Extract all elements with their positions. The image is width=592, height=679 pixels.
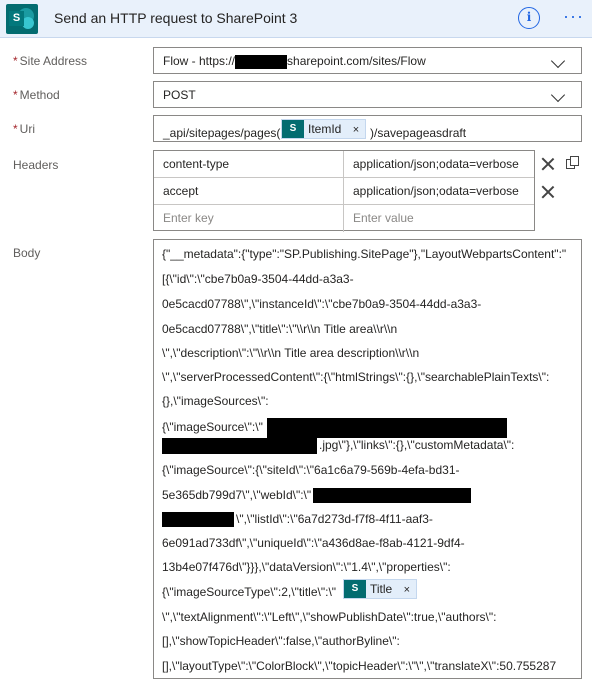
site-address-dropdown[interactable]: Flow - https:// sharepoint.com/sites/Flow [153, 47, 582, 74]
header-value-input[interactable]: Enter value [344, 205, 534, 232]
title-token-label: Title [370, 582, 393, 596]
uri-text-after: )/savepageasdraft [370, 126, 467, 140]
body-label: Body [13, 246, 41, 260]
chevron-down-icon[interactable] [550, 87, 566, 103]
header-value-field[interactable]: application/json;odata=verbose [344, 151, 534, 178]
body-line: {"__metadata":{"type":"SP.Publishing.Sit… [162, 247, 567, 261]
redacted-block [235, 54, 288, 69]
sharepoint-token-icon: S [344, 580, 366, 598]
body-line: {\"imageSource\":\" [162, 418, 507, 438]
header-key-field[interactable]: content-type [154, 151, 344, 178]
action-card-header[interactable]: S Send an HTTP request to SharePoint 3 i… [0, 0, 592, 38]
token-remove-icon[interactable]: × [404, 584, 410, 596]
headers-table: content-type application/json;odata=verb… [153, 150, 535, 232]
uri-text-before: _api/sitepages/pages( [163, 126, 281, 140]
action-title[interactable]: Send an HTTP request to SharePoint 3 [54, 10, 297, 26]
headers-label: Headers [13, 158, 59, 172]
itemid-token-label: ItemId [308, 122, 342, 136]
body-line: {\"imageSourceType\":2,\"title\":\" [162, 585, 337, 599]
site-address-suffix: sharepoint.com/sites/Flow [287, 54, 426, 68]
method-value: POST [163, 88, 196, 102]
header-key-field[interactable]: accept [154, 178, 344, 205]
body-textarea[interactable]: {"__metadata":{"type":"SP.Publishing.Sit… [153, 239, 582, 679]
remove-row-icon[interactable] [541, 157, 555, 171]
body-line: {},\"imageSources\": [162, 394, 269, 408]
body-line: 13b4e07f476d\"}}},\"dataVersion\":\"1.4\… [162, 560, 451, 574]
body-line: {\"imageSource\":{\"siteId\":\"6a1c6a79-… [162, 463, 460, 477]
body-line: 6e091ad733df\",\"uniqueId\":\"a436d8ae-f… [162, 536, 465, 550]
body-line: [],\"showTopicHeader\":false,\"authorByl… [162, 634, 400, 648]
itemid-token[interactable]: S ItemId × [281, 119, 367, 139]
redacted-block [266, 418, 507, 438]
title-token[interactable]: S Title × [343, 579, 418, 599]
redacted-block [313, 488, 472, 504]
body-line: \",\"textAlignment\":\"Left\",\"showPubl… [162, 610, 497, 624]
body-line: 0e5cacd07788\",\"instanceId\":\"cbe7b0a9… [162, 297, 482, 311]
body-line: .jpg\"},\"links\":{},\"customMetadata\": [162, 438, 514, 454]
body-line: 0e5cacd07788\",\"title\":\"\\r\\n Title … [162, 322, 398, 336]
method-dropdown[interactable]: POST [153, 81, 582, 108]
body-line: \",\"description\":\"\\r\\n Title area d… [162, 346, 420, 360]
copy-icon[interactable] [566, 156, 580, 170]
more-options-icon[interactable]: ··· [563, 7, 584, 25]
remove-row-icon[interactable] [541, 185, 555, 199]
header-key-input[interactable]: Enter key [154, 205, 344, 232]
uri-label: * Uri [13, 122, 35, 136]
uri-input[interactable]: _api/sitepages/pages( S ItemId × )/savep… [153, 115, 582, 142]
header-value-field[interactable]: application/json;odata=verbose [344, 178, 534, 205]
redacted-block [162, 438, 317, 454]
method-label: * Method [13, 88, 60, 102]
site-address-label: * Site Address [13, 54, 88, 68]
body-line: [{\"id\":\"cbe7b0a9-3504-44dd-a3a3- [162, 272, 354, 286]
sharepoint-token-icon: S [282, 120, 304, 138]
token-remove-icon[interactable]: × [353, 124, 359, 136]
sharepoint-logo-icon: S [6, 4, 38, 34]
body-line: [],\"layoutType\":\"ColorBlock\",\"topic… [162, 659, 557, 673]
body-line: 5e365db799d7\",\"webId\":\" [162, 488, 472, 504]
site-address-prefix: Flow - https:// [163, 54, 236, 68]
chevron-down-icon[interactable] [550, 53, 566, 69]
info-icon[interactable]: i [518, 7, 540, 29]
redacted-block [162, 512, 234, 528]
body-line: \",\"serverProcessedContent\":{\"htmlStr… [162, 370, 550, 384]
body-line: \",\"listId\":\"6a7d273d-f7f8-4f11-aaf3- [162, 512, 433, 528]
